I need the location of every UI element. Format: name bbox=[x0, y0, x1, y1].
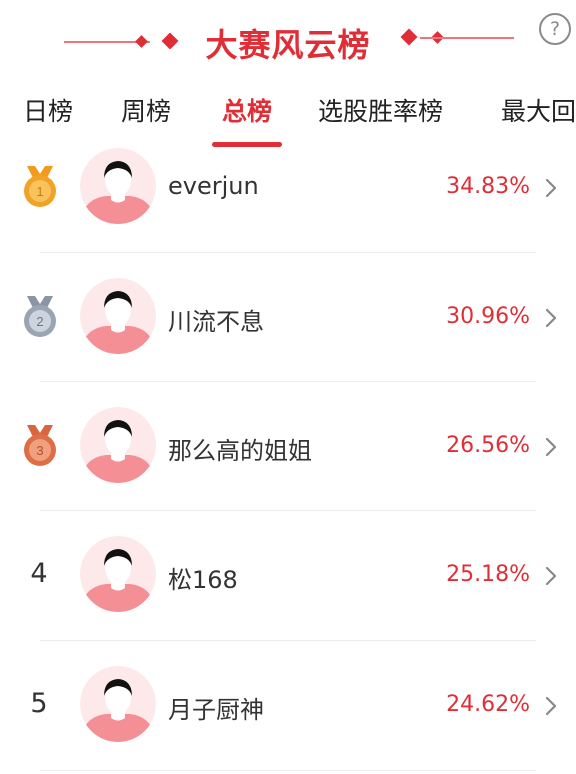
ranking-row-4[interactable]: 4 松168 25.18% bbox=[0, 510, 576, 640]
right-deco-line bbox=[420, 37, 514, 39]
user-name: 松168 bbox=[168, 566, 238, 594]
ranking-row-5[interactable]: 5 月子厨神 24.62% bbox=[0, 640, 576, 770]
chevron-right-icon bbox=[542, 435, 560, 459]
help-icon[interactable]: ? bbox=[539, 13, 571, 45]
return-rate: 24.62% bbox=[446, 692, 530, 717]
chevron-right-icon bbox=[542, 564, 560, 588]
user-avatar bbox=[80, 536, 156, 612]
ranking-row-2[interactable]: 2 川流不息 30.96% bbox=[0, 252, 576, 382]
ranking-row-1[interactable]: 1 everjun 34.83% bbox=[0, 122, 576, 252]
user-avatar bbox=[80, 278, 156, 354]
user-avatar bbox=[80, 148, 156, 224]
ranking-row-3[interactable]: 3 那么高的姐姐 26.56% bbox=[0, 381, 576, 511]
rank-number: 5 bbox=[30, 688, 48, 719]
user-name: 川流不息 bbox=[168, 308, 264, 336]
return-rate: 30.96% bbox=[446, 304, 530, 329]
chevron-right-icon bbox=[542, 306, 560, 330]
gold-medal-icon: 1 bbox=[24, 166, 56, 207]
silver-medal-icon: 2 bbox=[24, 296, 56, 337]
svg-text:3: 3 bbox=[36, 443, 43, 458]
user-name: 那么高的姐姐 bbox=[168, 437, 312, 465]
svg-text:2: 2 bbox=[36, 314, 43, 329]
return-rate: 25.18% bbox=[446, 562, 530, 587]
header: 大赛风云榜 ? bbox=[0, 0, 576, 84]
bronze-medal-icon: 3 bbox=[24, 425, 56, 466]
row-divider bbox=[40, 770, 536, 771]
user-avatar bbox=[80, 407, 156, 483]
user-avatar bbox=[80, 666, 156, 742]
chevron-right-icon bbox=[542, 176, 560, 200]
rank-number: 4 bbox=[30, 558, 48, 589]
user-name: 月子厨神 bbox=[168, 696, 264, 724]
page-title: 大赛风云榜 bbox=[205, 26, 371, 64]
user-name: everjun bbox=[168, 172, 259, 200]
return-rate: 34.83% bbox=[446, 174, 530, 199]
svg-text:1: 1 bbox=[36, 184, 43, 199]
return-rate: 26.56% bbox=[446, 433, 530, 458]
chevron-right-icon bbox=[542, 694, 560, 718]
